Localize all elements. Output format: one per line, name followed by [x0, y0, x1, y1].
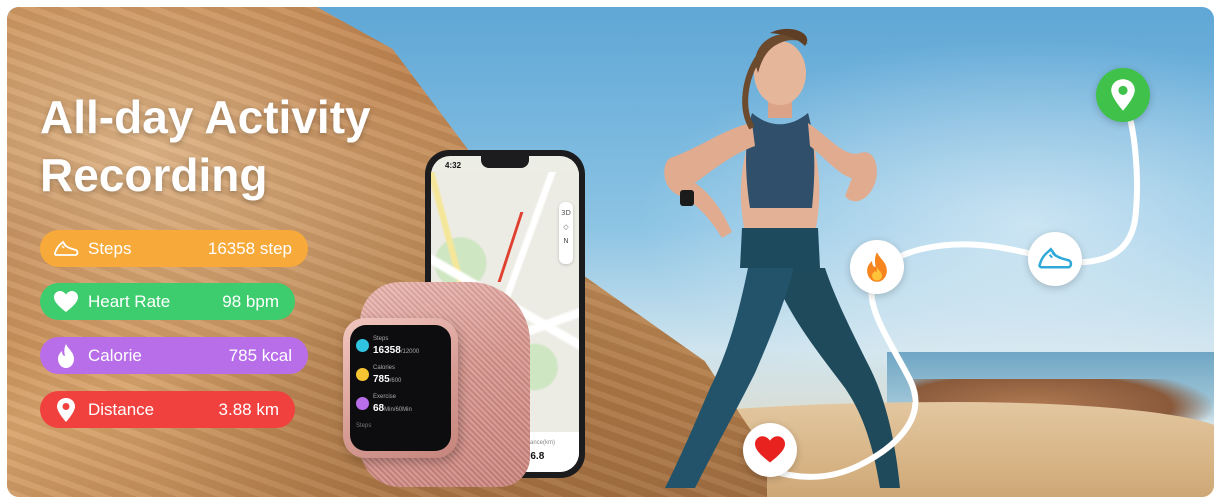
stat-value: 3.88 km — [218, 399, 279, 419]
watch-screen: Steps 16358/12000 Calories 785/600 Exerc… — [350, 325, 451, 451]
shoe-icon — [1038, 247, 1073, 269]
phone-status-time: 4:32 — [445, 161, 462, 170]
watch-row-exercise: Exercise 68Min/60Min — [356, 392, 445, 415]
headline-line1: All-day Activity — [40, 91, 371, 143]
location-pin-icon — [50, 396, 82, 424]
watch-goal: /600 — [389, 378, 402, 384]
stat-pill-heart-rate: Heart Rate 98 bpm — [40, 283, 295, 320]
heart-icon — [50, 288, 82, 316]
watch-value: 68 — [373, 403, 385, 414]
stat-label: Distance — [88, 399, 155, 419]
stat-label: Calorie — [88, 345, 142, 365]
stat-value: 785 kcal — [228, 345, 292, 365]
route-marker-start — [1096, 68, 1150, 122]
headline: All-day Activity Recording — [40, 88, 460, 204]
stat-pill-calorie: Calorie 785 kcal — [40, 337, 308, 374]
heart-icon — [755, 436, 785, 463]
watch-goal: /12000 — [400, 349, 420, 355]
stat-label: Heart Rate — [88, 291, 171, 311]
map-3d-label: 3D — [561, 209, 571, 217]
flame-icon — [50, 342, 82, 370]
watch-value: 16358 — [373, 345, 401, 356]
timer-icon — [356, 397, 369, 410]
watch-row-calories: Calories 785/600 — [356, 363, 445, 386]
map-route-line — [497, 212, 543, 282]
stat-pill-steps: Steps 16358 step — [40, 230, 308, 267]
phone-notch — [481, 156, 529, 168]
stat-pill-distance: Distance 3.88 km — [40, 391, 295, 428]
smartwatch: Steps 16358/12000 Calories 785/600 Exerc… — [343, 318, 458, 458]
stat-value: 98 bpm — [222, 291, 279, 311]
route-path — [767, 97, 1140, 480]
map-north-label: N — [563, 237, 569, 245]
route-marker-heart-rate — [743, 423, 797, 477]
watch-value: 785 — [373, 374, 390, 385]
shoe-icon — [356, 339, 369, 352]
phone-stat-value: 6.8 — [530, 451, 545, 462]
watch-unit: Min — [384, 407, 394, 413]
watch-footer: Steps — [356, 423, 372, 429]
flame-icon — [356, 368, 369, 381]
watch-label: Exercise — [373, 394, 397, 400]
watch-row-steps: Steps 16358/12000 — [356, 334, 445, 357]
route-marker-calories — [850, 240, 904, 294]
route-marker-steps — [1028, 232, 1082, 286]
stat-label: Steps — [88, 238, 132, 258]
shoe-icon — [50, 235, 82, 263]
watch-goal: /60Min — [393, 407, 412, 413]
flame-icon — [867, 252, 887, 282]
location-pin-icon — [1111, 79, 1135, 111]
watch-label: Calories — [373, 365, 396, 371]
stat-value: 16358 step — [207, 238, 292, 258]
watch-label: Steps — [373, 336, 389, 342]
map-controls: 3D ◇ N — [559, 202, 573, 264]
headline-line2: Recording — [40, 149, 268, 201]
compass-icon: ◇ — [563, 223, 569, 231]
